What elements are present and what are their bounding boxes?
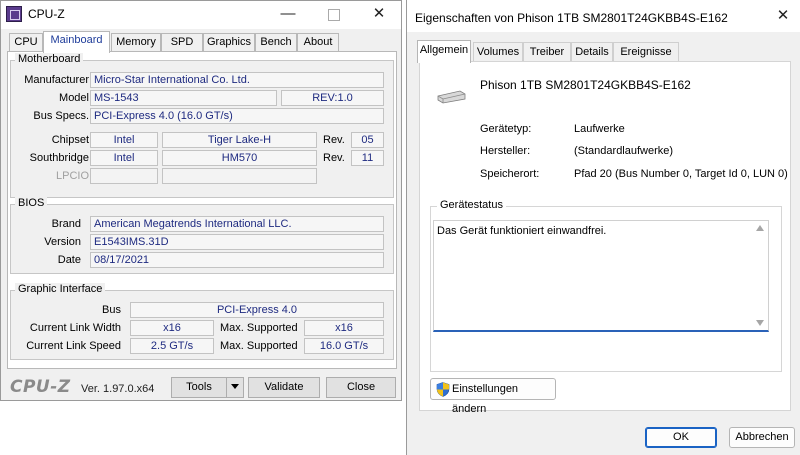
- tab-ereignisse[interactable]: Ereignisse: [613, 42, 679, 62]
- tab-treiber[interactable]: Treiber: [523, 42, 571, 62]
- bios-version-value: E1543IMS.31D: [90, 234, 384, 250]
- gi-max-speed-label: Max. Supported: [220, 340, 298, 352]
- gi-link-width-value: x16: [130, 320, 214, 336]
- device-type-label: Gerätetyp:: [480, 123, 532, 135]
- southbridge-rev-label: Rev.: [323, 152, 345, 164]
- tab-about[interactable]: About: [297, 33, 339, 52]
- chipset-rev-value: 05: [351, 132, 384, 148]
- bios-group: BIOS Brand American Megatrends Internati…: [10, 197, 394, 274]
- device-status-title: Gerätestatus: [437, 199, 506, 211]
- lpcio-name-value: [162, 168, 317, 184]
- tab-graphics[interactable]: Graphics: [203, 33, 255, 52]
- gi-bus-label: Bus: [102, 304, 121, 316]
- close-icon[interactable]: ✕: [356, 1, 402, 29]
- southbridge-vendor-value: Intel: [90, 150, 158, 166]
- southbridge-label: Southbridge: [29, 152, 89, 164]
- cpuz-version: Ver. 1.97.0.x64: [81, 383, 155, 395]
- scroll-up-icon[interactable]: [756, 225, 764, 231]
- cancel-button[interactable]: Abbrechen: [729, 427, 795, 448]
- tools-dropdown-button[interactable]: [226, 377, 244, 398]
- gi-max-speed-value: 16.0 GT/s: [304, 338, 384, 354]
- properties-titlebar[interactable]: Eigenschaften von Phison 1TB SM2801T24GK…: [407, 0, 800, 32]
- lpcio-label: LPCIO: [55, 170, 89, 182]
- cpuz-titlebar[interactable]: CPU-Z — ✕: [1, 1, 401, 29]
- southbridge-name-value: HM570: [162, 150, 317, 166]
- chipset-label: Chipset: [51, 134, 89, 146]
- manufacturer-label: Manufacturer: [24, 74, 89, 86]
- graphic-interface-group-title: Graphic Interface: [15, 283, 106, 295]
- lpcio-vendor-value: [90, 168, 158, 184]
- gi-link-speed-value: 2.5 GT/s: [130, 338, 214, 354]
- tab-allgemein[interactable]: Allgemein: [417, 40, 471, 63]
- properties-window: Eigenschaften von Phison 1TB SM2801T24GK…: [406, 0, 800, 455]
- manufacturer-value: Micro-Star International Co. Ltd.: [90, 72, 384, 88]
- scroll-down-icon[interactable]: [756, 320, 764, 326]
- manufacturer-value: (Standardlaufwerke): [574, 145, 674, 157]
- chipset-vendor-value: Intel: [90, 132, 158, 148]
- cpuz-footer: CPU-Z Ver. 1.97.0.x64 Tools Validate Clo…: [1, 374, 401, 402]
- bios-group-title: BIOS: [15, 197, 48, 209]
- gi-bus-value: PCI-Express 4.0: [130, 302, 384, 318]
- properties-window-title: Eigenschaften von Phison 1TB SM2801T24GK…: [415, 11, 728, 25]
- maximize-icon[interactable]: [311, 1, 357, 29]
- device-status-group: Gerätestatus Das Gerät funktioniert einw…: [430, 199, 782, 372]
- tab-mainboard[interactable]: Mainboard: [43, 31, 110, 53]
- bios-date-label: Date: [57, 254, 81, 266]
- close-icon[interactable]: ✕: [765, 2, 800, 30]
- mainboard-panel: Motherboard Manufacturer Micro-Star Inte…: [7, 51, 397, 369]
- cpuz-window: CPU-Z — ✕ CPU Mainboard Memory SPD Graph…: [0, 0, 402, 401]
- device-status-text: Das Gerät funktioniert einwandfrei.: [437, 225, 607, 237]
- cpuz-app-icon: [6, 6, 22, 22]
- tab-volumes[interactable]: Volumes: [473, 42, 523, 62]
- gi-max-width-value: x16: [304, 320, 384, 336]
- general-panel: Phison 1TB SM2801T24GKBB4S-E162 Gerätety…: [419, 61, 791, 415]
- motherboard-group: Motherboard Manufacturer Micro-Star Inte…: [10, 53, 394, 198]
- cpuz-logo: CPU-Z: [10, 377, 71, 397]
- southbridge-rev-value: 11: [351, 150, 384, 166]
- change-settings-button[interactable]: Einstellungen ändern: [430, 378, 556, 415]
- tools-button[interactable]: Tools: [171, 377, 227, 398]
- device-type-value: Laufwerke: [574, 123, 625, 135]
- device-name: Phison 1TB SM2801T24GKBB4S-E162: [480, 78, 691, 92]
- dropdown-arrow-icon: [231, 384, 239, 389]
- validate-button[interactable]: Validate: [248, 377, 320, 398]
- uac-shield-icon: [436, 382, 450, 397]
- graphic-interface-group: Graphic Interface Bus PCI-Express 4.0 Cu…: [10, 283, 394, 360]
- bios-date-value: 08/17/2021: [90, 252, 384, 268]
- gi-link-width-label: Current Link Width: [29, 322, 121, 334]
- change-settings-label: Einstellungen ändern: [452, 383, 519, 415]
- tab-cpu[interactable]: CPU: [9, 33, 43, 52]
- device-status-textbox[interactable]: Das Gerät funktioniert einwandfrei.: [433, 220, 769, 332]
- tab-bench[interactable]: Bench: [255, 33, 297, 52]
- bus-specs-label: Bus Specs.: [33, 110, 89, 122]
- model-label: Model: [59, 92, 89, 104]
- tab-spd[interactable]: SPD: [161, 33, 203, 52]
- bios-version-label: Version: [44, 236, 81, 248]
- chipset-name-value: Tiger Lake-H: [162, 132, 317, 148]
- bios-brand-label: Brand: [51, 218, 81, 230]
- tab-memory[interactable]: Memory: [111, 33, 161, 52]
- bus-specs-value: PCI-Express 4.0 (16.0 GT/s): [90, 108, 384, 124]
- drive-icon: [437, 90, 466, 104]
- minimize-icon[interactable]: —: [265, 1, 311, 29]
- gi-link-speed-label: Current Link Speed: [26, 340, 121, 352]
- tab-details[interactable]: Details: [571, 42, 613, 62]
- bios-brand-value: American Megatrends International LLC.: [90, 216, 384, 232]
- location-label: Speicherort:: [480, 168, 540, 180]
- chipset-rev-label: Rev.: [323, 134, 345, 146]
- ok-button[interactable]: OK: [645, 427, 717, 448]
- motherboard-group-title: Motherboard: [15, 53, 84, 65]
- model-value: MS-1543: [90, 90, 277, 106]
- location-value: Pfad 20 (Bus Number 0, Target Id 0, LUN …: [574, 168, 788, 180]
- manufacturer-label: Hersteller:: [480, 145, 531, 157]
- gi-max-width-label: Max. Supported: [220, 322, 298, 334]
- revision-value: REV:1.0: [281, 90, 384, 106]
- close-button[interactable]: Close: [326, 377, 396, 398]
- cpuz-window-title: CPU-Z: [28, 7, 65, 21]
